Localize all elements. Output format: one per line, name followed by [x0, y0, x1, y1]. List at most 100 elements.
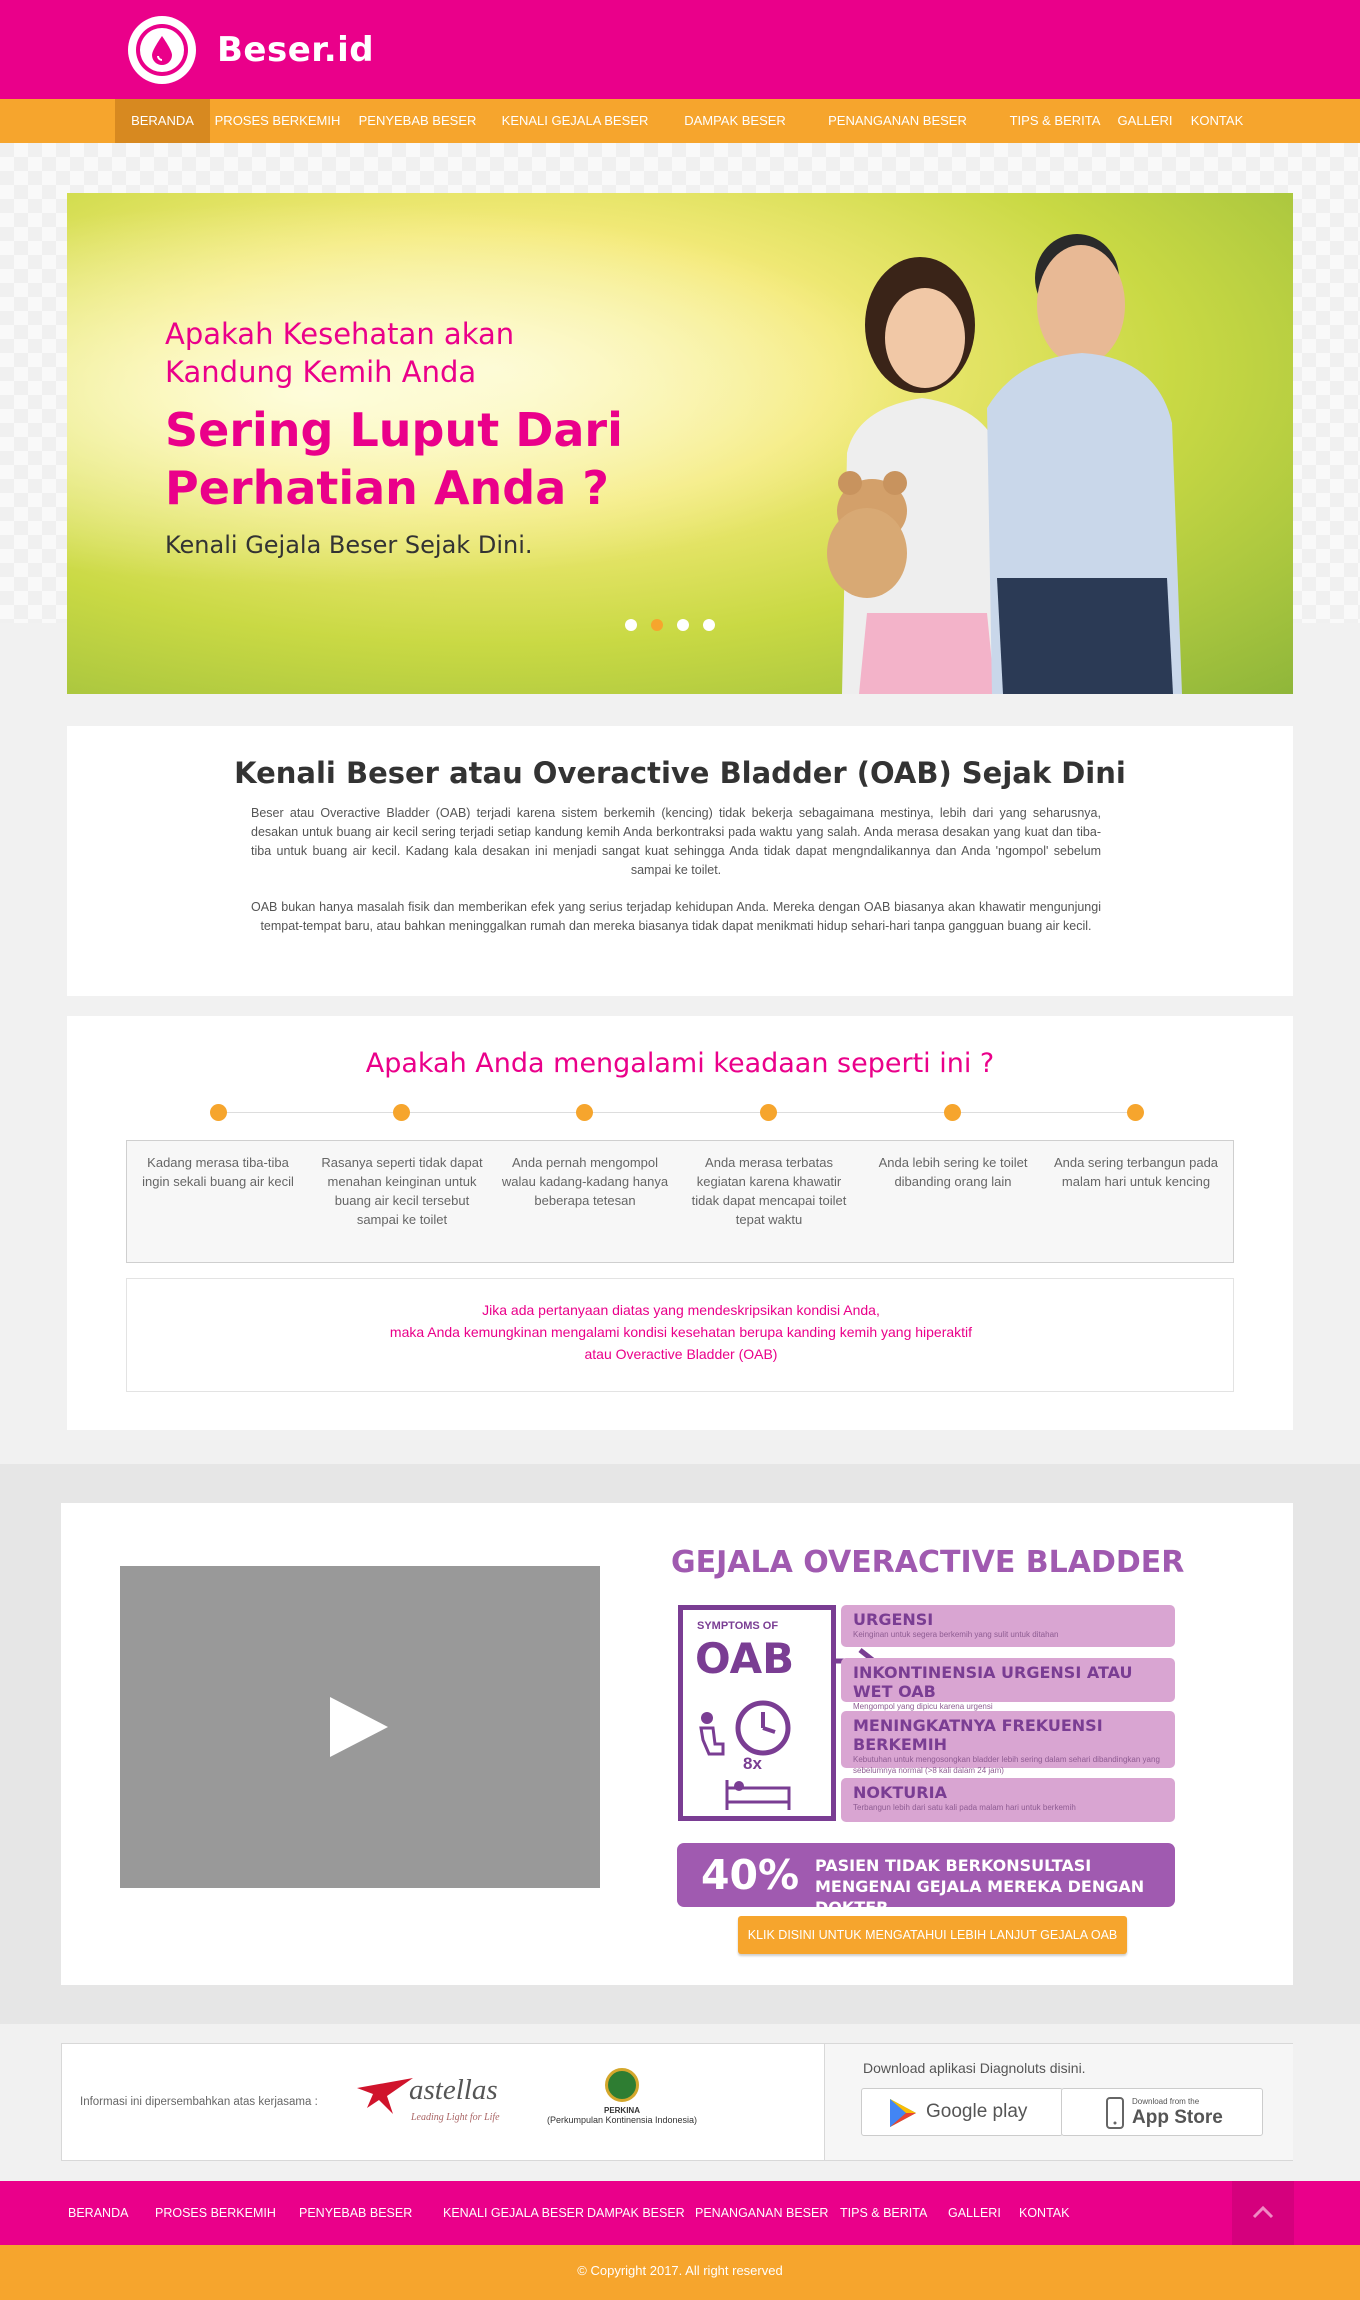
- phone-icon: [1106, 2097, 1124, 2129]
- nav-item-proses-berkemih[interactable]: PROSES BERKEMIH: [210, 99, 345, 143]
- footer-link-tips-berita[interactable]: TIPS & BERITA: [840, 2181, 927, 2245]
- symptom-title: URGENSI: [853, 1610, 934, 1629]
- symptom-item: Rasanya seperti tidak dapat menahan kein…: [321, 1155, 483, 1227]
- google-play-label: Google play: [926, 2101, 1028, 2122]
- symptom-desc: Kebutuhan untuk mengosongkan bladder leb…: [853, 1755, 1160, 1775]
- statistic-banner: 40% PASIEN TIDAK BERKONSULTASI MENGENAI …: [677, 1843, 1175, 1917]
- question-title: Apakah Anda mengalami keadaan seperti in…: [365, 1048, 995, 1079]
- footer-link-kontak[interactable]: KONTAK: [1019, 2181, 1069, 2245]
- timeline-dot: [210, 1104, 227, 1121]
- footer-link-penanganan-beser[interactable]: PENANGANAN BESER: [695, 2181, 828, 2245]
- footer-link-galleri[interactable]: GALLERI: [948, 2181, 1001, 2245]
- perkina-fullname: (Perkumpulan Kontinensia Indonesia): [546, 2115, 698, 2125]
- footer-link-penyebab-beser[interactable]: PENYEBAB BESER: [299, 2181, 412, 2245]
- statistic-percent: 40%: [701, 1851, 800, 1899]
- symptom-list: Kadang merasa tiba-tiba ingin sekali bua…: [126, 1140, 1234, 1263]
- google-play-button[interactable]: Google play: [861, 2088, 1063, 2136]
- person-seated-icon: [699, 1712, 725, 1756]
- partners-label: Informasi ini dipersembahkan atas kerjas…: [80, 2096, 318, 2108]
- hero-question: Apakah Kesehatan akan Kandung Kemih Anda: [165, 317, 515, 389]
- symptom-desc: Terbangun lebih dari satu kali pada mala…: [853, 1803, 1076, 1812]
- slider-dots: [625, 618, 729, 636]
- nav-item-beranda[interactable]: BERANDA: [115, 99, 210, 143]
- nav-item-kontak[interactable]: KONTAK: [1182, 99, 1252, 143]
- nav-item-penyebab-beser[interactable]: PENYEBAB BESER: [345, 99, 490, 143]
- notice-line: Jika ada pertanyaan diatas yang mendeskr…: [482, 1302, 880, 1318]
- learn-more-button[interactable]: KLIK DISINI UNTUK MENGATAHUI LEBIH LANJU…: [738, 1916, 1127, 1954]
- chevron-up-icon: [1252, 2205, 1274, 2219]
- bed-icon: [725, 1780, 791, 1810]
- symptom-title: MENINGKATNYA FREKUENSI BERKEMIH: [853, 1716, 1103, 1754]
- site-header: Beser.id: [0, 0, 1360, 99]
- symptom-title: INKONTINENSIA URGENSI ATAU WET OAB: [853, 1663, 1133, 1701]
- symptom-title: NOKTURIA: [853, 1783, 947, 1802]
- site-logo-text[interactable]: Beser.id: [217, 30, 374, 70]
- slider-dot[interactable]: [625, 619, 637, 631]
- notice-line: maka Anda kemungkinan mengalami kondisi …: [389, 1324, 973, 1340]
- app-store-button[interactable]: Download from the App Store: [1061, 2088, 1263, 2136]
- media-section: GEJALA OVERACTIVE BLADDER SYMPTOMS OF OA…: [61, 1503, 1293, 1985]
- intro-title: Kenali Beser atau Overactive Bladder (OA…: [234, 756, 1126, 790]
- app-store-label: App Store: [1132, 2107, 1223, 2128]
- timeline-dot: [760, 1104, 777, 1121]
- nav-item-penanganan-beser[interactable]: PENANGANAN BESER: [810, 99, 985, 143]
- oab-notice: Jika ada pertanyaan diatas yang mendeskr…: [126, 1278, 1234, 1392]
- statistic-text: PASIEN TIDAK BERKONSULTASI MENGENAI GEJA…: [815, 1856, 1145, 1917]
- notice-line: atau Overactive Bladder (OAB): [584, 1346, 778, 1362]
- perkina-name: PERKINA: [603, 2106, 640, 2115]
- symptom-urgensi: URGENSI Keinginan untuk segera berkemih …: [841, 1605, 1175, 1647]
- download-panel: Download aplikasi Diagnoluts disini. Goo…: [824, 2044, 1293, 2160]
- nav-item-tips-berita[interactable]: TIPS & BERITA: [1000, 99, 1110, 143]
- hero-subtitle: Kenali Gejala Beser Sejak Dini.: [165, 531, 533, 559]
- symptom-desc: Keinginan untuk segera berkemih yang sul…: [853, 1630, 1059, 1639]
- nav-item-kenali-gejala[interactable]: KENALI GEJALA BESER: [490, 99, 660, 143]
- box-label: SYMPTOMS OF: [697, 1620, 779, 1632]
- timeline-line: [217, 1112, 1137, 1113]
- astellas-star-icon: [357, 2078, 413, 2114]
- hero-headline: Sering Luput Dari Perhatian Anda ?: [165, 403, 623, 515]
- droplet-icon[interactable]: [128, 16, 196, 84]
- video-player[interactable]: [120, 1566, 600, 1888]
- copyright-text: © Copyright 2017. All right reserved: [0, 2245, 1360, 2300]
- slider-dot[interactable]: [703, 619, 715, 631]
- google-play-icon: [890, 2099, 916, 2127]
- intro-section: Kenali Beser atau Overactive Bladder (OA…: [67, 726, 1293, 996]
- perkina-seal-icon: [605, 2068, 639, 2102]
- footer-link-proses-berkemih[interactable]: PROSES BERKEMIH: [155, 2181, 276, 2245]
- partners-section: Informasi ini dipersembahkan atas kerjas…: [61, 2043, 1293, 2161]
- nav-item-dampak-beser[interactable]: DAMPAK BESER: [660, 99, 810, 143]
- oab-symptoms-box: SYMPTOMS OF OAB 8x: [678, 1605, 836, 1821]
- box-count: 8x: [743, 1754, 762, 1773]
- astellas-name: astellas: [409, 2074, 498, 2106]
- hero-slider[interactable]: Apakah Kesehatan akan Kandung Kemih Anda…: [67, 193, 1293, 694]
- symptom-item: Kadang merasa tiba-tiba ingin sekali bua…: [142, 1155, 294, 1189]
- timeline-dot: [1127, 1104, 1144, 1121]
- main-nav: BERANDA PROSES BERKEMIH PENYEBAB BESER K…: [0, 99, 1360, 143]
- box-big-text: OAB: [695, 1634, 795, 1683]
- footer-link-dampak-beser[interactable]: DAMPAK BESER: [587, 2181, 685, 2245]
- perkina-logo[interactable]: PERKINA (Perkumpulan Kontinensia Indones…: [542, 2068, 702, 2125]
- symptom-frekuensi: MENINGKATNYA FREKUENSI BERKEMIH Kebutuha…: [841, 1711, 1175, 1775]
- footer-link-beranda[interactable]: BERANDA: [68, 2181, 128, 2245]
- symptom-nokturia: NOKTURIA Terbangun lebih dari satu kali …: [841, 1778, 1175, 1822]
- timeline-dot: [944, 1104, 961, 1121]
- symptom-inkontinensia: INKONTINENSIA URGENSI ATAU WET OAB Mengo…: [841, 1658, 1175, 1711]
- download-label: Download aplikasi Diagnoluts disini.: [863, 2060, 1086, 2076]
- play-icon[interactable]: [330, 1697, 388, 1757]
- clock-icon: [735, 1700, 791, 1756]
- symptom-item: Anda lebih sering ke toilet dibanding or…: [878, 1155, 1028, 1189]
- slider-dot-active[interactable]: [651, 619, 663, 631]
- symptom-item: Anda pernah mengompol walau kadang-kadan…: [501, 1155, 669, 1208]
- timeline-dot: [576, 1104, 593, 1121]
- infographic-title: GEJALA OVERACTIVE BLADDER: [671, 1545, 1185, 1580]
- slider-dot[interactable]: [677, 619, 689, 631]
- timeline-dot: [393, 1104, 410, 1121]
- back-to-top-button[interactable]: [1232, 2181, 1294, 2245]
- symptom-item: Anda sering terbangun pada malam hari un…: [1053, 1155, 1219, 1189]
- intro-paragraph-1: Beser atau Overactive Bladder (OAB) terj…: [251, 806, 1101, 877]
- symptom-item: Anda merasa terbatas kegiatan karena kha…: [691, 1155, 847, 1227]
- astellas-tagline: Leading Light for Life: [411, 2112, 500, 2123]
- intro-paragraph-2: OAB bukan hanya masalah fisik dan member…: [251, 900, 1101, 933]
- nav-item-galleri[interactable]: GALLERI: [1110, 99, 1180, 143]
- footer-link-kenali-gejala[interactable]: KENALI GEJALA BESER: [443, 2181, 584, 2245]
